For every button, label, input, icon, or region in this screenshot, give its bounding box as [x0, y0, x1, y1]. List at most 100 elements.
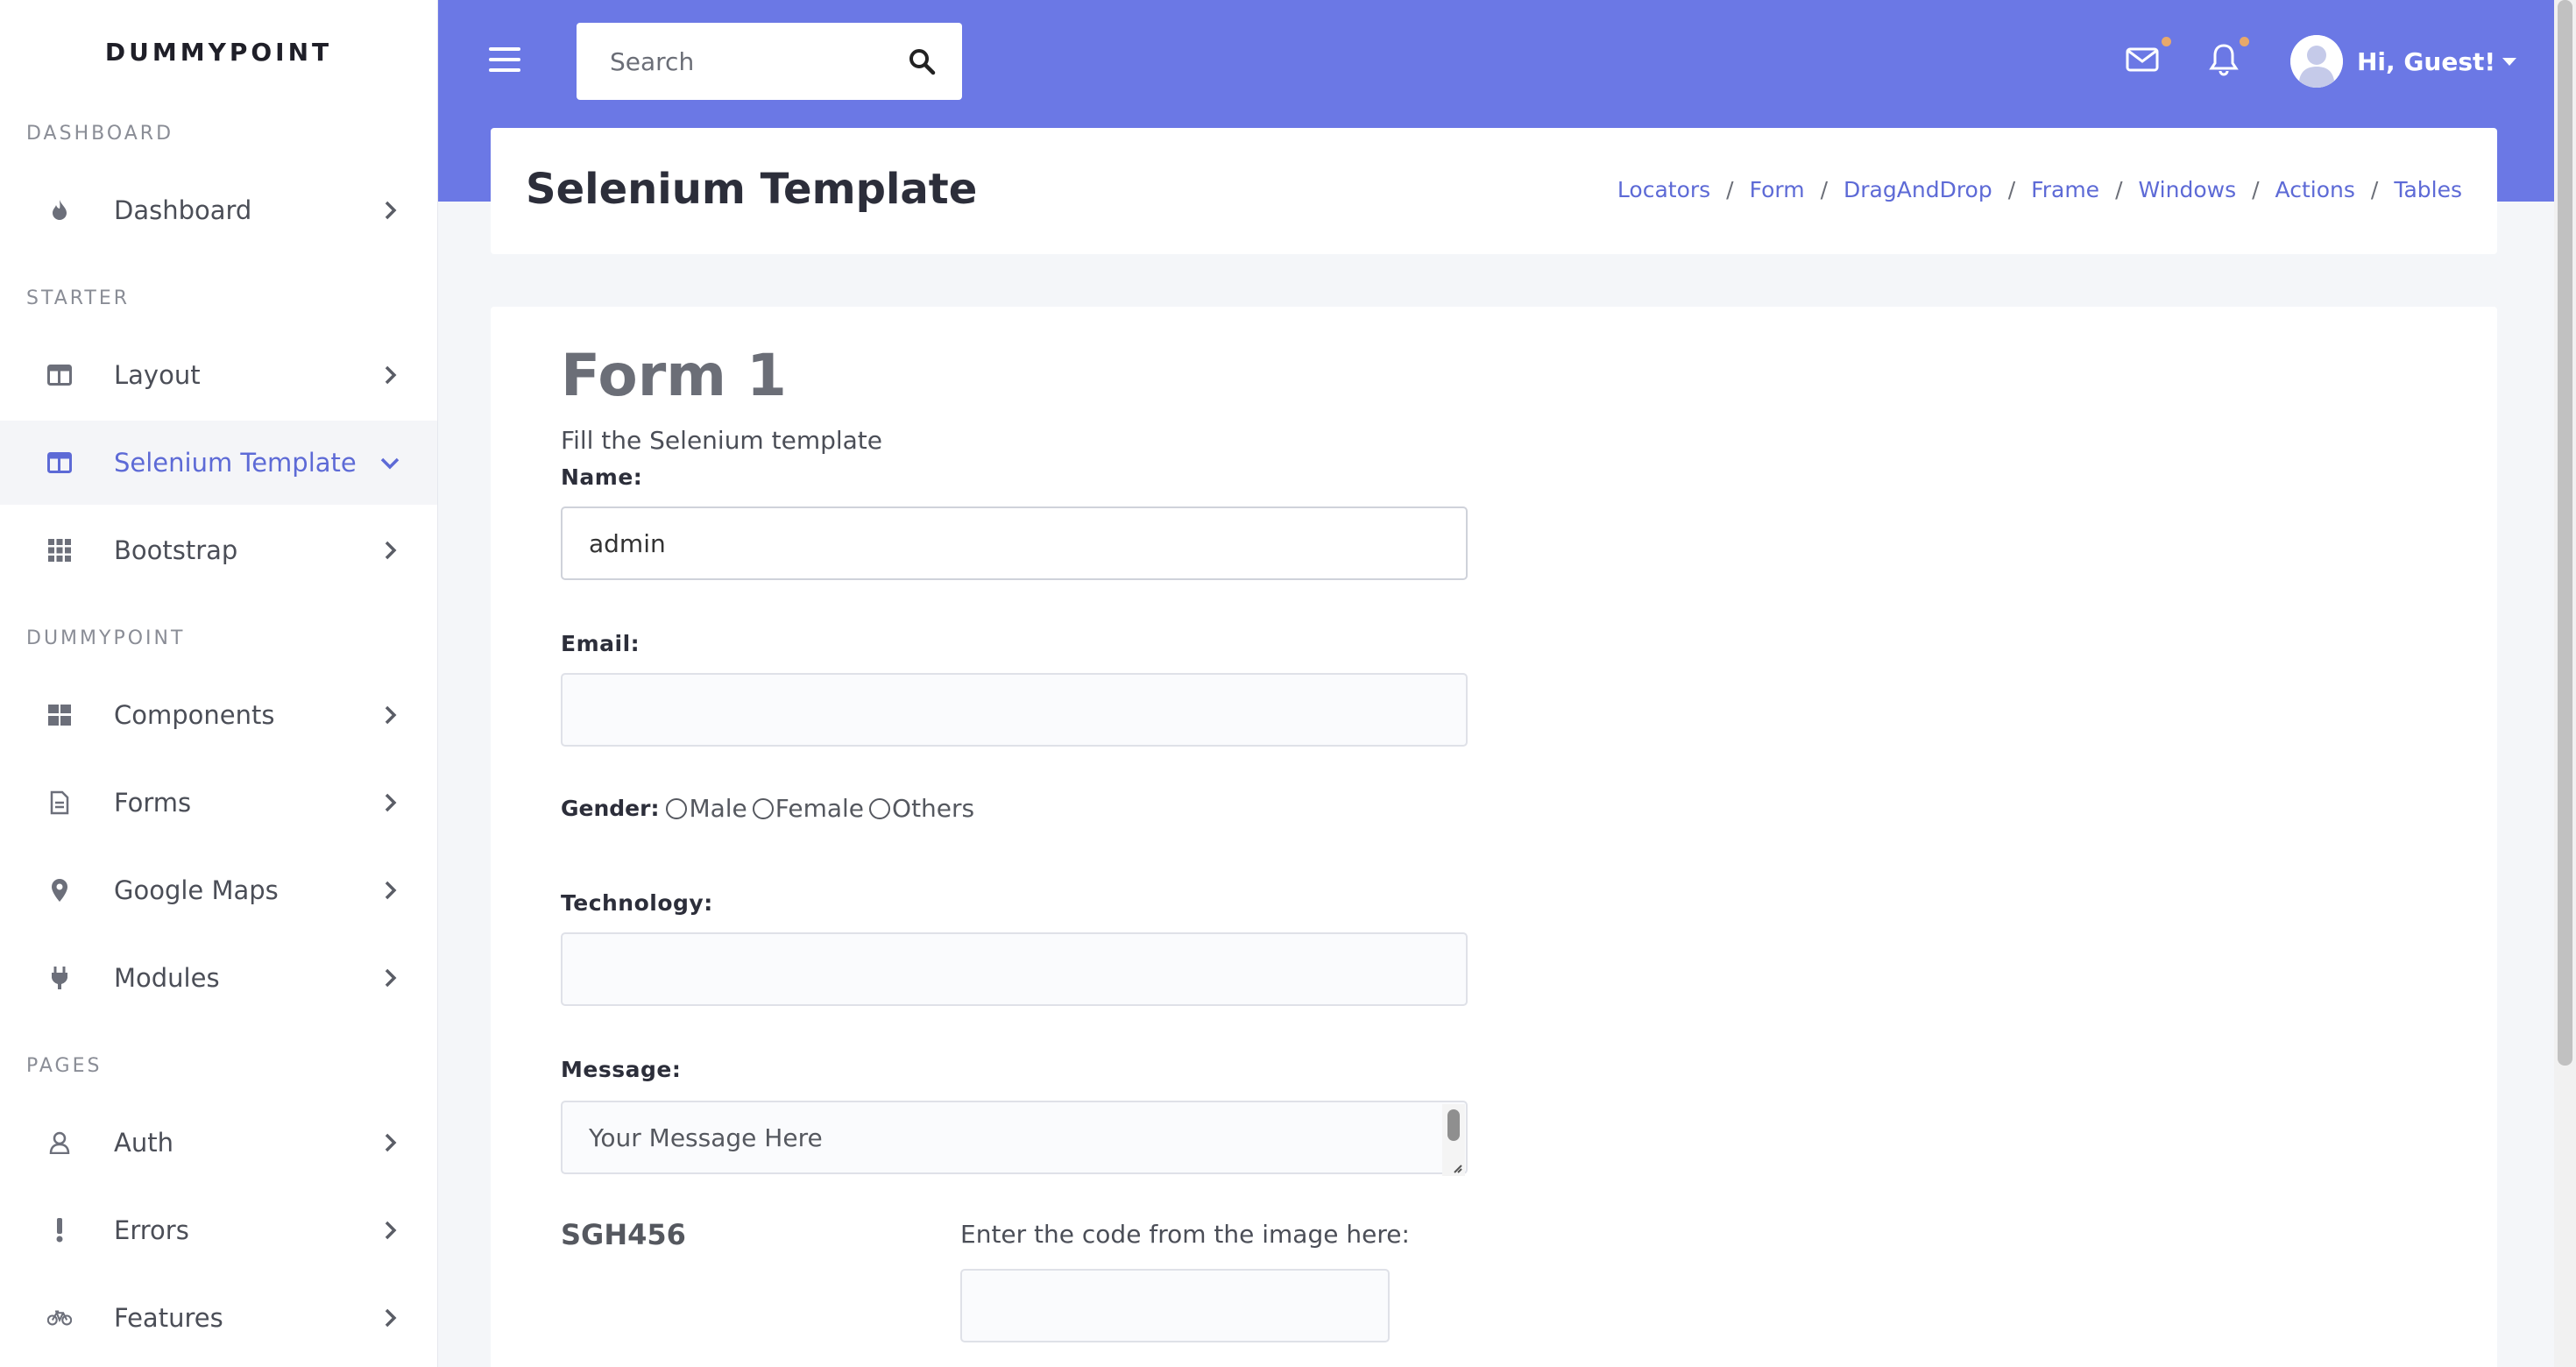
- captcha-label: Enter the code from the image here:: [960, 1220, 1410, 1249]
- sidebar-item-label: Auth: [114, 1128, 173, 1158]
- captcha-input[interactable]: [960, 1269, 1390, 1342]
- chevron-right-icon: [385, 968, 397, 988]
- document-icon: [47, 790, 72, 815]
- breadcrumb-actions[interactable]: Actions: [2275, 177, 2355, 202]
- sidebar-item-selenium-template[interactable]: Selenium Template: [0, 421, 437, 505]
- section-pages: PAGES: [26, 1055, 103, 1077]
- envelope-icon: [2126, 47, 2159, 72]
- breadcrumb-separator: /: [2115, 177, 2123, 202]
- breadcrumb-form[interactable]: Form: [1750, 177, 1805, 202]
- search-input[interactable]: [610, 46, 890, 76]
- sidebar-item-label: Errors: [114, 1215, 189, 1245]
- user-avatar-icon: [2290, 35, 2343, 88]
- sidebar-item-components[interactable]: Components: [0, 673, 437, 757]
- radio-others[interactable]: [869, 797, 891, 819]
- form-subtitle: Fill the Selenium template: [561, 426, 883, 455]
- sidebar-item-label: Features: [114, 1303, 223, 1333]
- map-pin-icon: [47, 878, 72, 903]
- chevron-right-icon: [385, 881, 397, 900]
- radio-female[interactable]: [752, 797, 774, 819]
- form-title: Form 1: [561, 342, 787, 409]
- breadcrumb-separator: /: [2370, 177, 2379, 202]
- breadcrumb-separator: /: [2007, 177, 2016, 202]
- chevron-right-icon: [385, 201, 397, 220]
- gender-option-male[interactable]: Male: [666, 794, 747, 823]
- scrollbar-thumb[interactable]: [2558, 0, 2572, 1066]
- breadcrumb-windows[interactable]: Windows: [2139, 177, 2237, 202]
- user-menu[interactable]: Hi, Guest!: [2290, 35, 2517, 88]
- exclamation-icon: [47, 1218, 72, 1243]
- email-label: Email:: [561, 631, 640, 656]
- bicycle-icon: [47, 1306, 72, 1330]
- chevron-right-icon: [385, 793, 397, 812]
- captcha-code: SGH456: [561, 1218, 686, 1251]
- notification-dot: [2162, 37, 2171, 46]
- chevron-right-icon: [385, 1221, 397, 1240]
- breadcrumb-locators[interactable]: Locators: [1617, 177, 1710, 202]
- gender-group: Gender: Male Female Others: [561, 794, 980, 823]
- chevron-right-icon: [385, 541, 397, 560]
- chevron-right-icon: [385, 1133, 397, 1152]
- form-card: Form 1 Fill the Selenium template Name: …: [491, 307, 2497, 1367]
- sidebar-item-auth[interactable]: Auth: [0, 1101, 437, 1185]
- technology-field[interactable]: [561, 932, 1468, 1006]
- sidebar-item-dashboard[interactable]: Dashboard: [0, 168, 437, 252]
- layout-icon: [47, 450, 72, 475]
- search-icon[interactable]: [908, 47, 936, 75]
- email-field[interactable]: [561, 673, 1468, 747]
- sidebar-item-label: Forms: [114, 788, 192, 818]
- sidebar-item-label: Bootstrap: [114, 535, 238, 565]
- user-greeting: Hi, Guest!: [2357, 46, 2496, 76]
- message-label: Message:: [561, 1057, 682, 1082]
- user-icon: [47, 1130, 72, 1155]
- breadcrumb-separator: /: [1820, 177, 1829, 202]
- sidebar-item-layout[interactable]: Layout: [0, 333, 437, 417]
- plug-icon: [47, 966, 72, 990]
- chevron-right-icon: [385, 1308, 397, 1328]
- components-icon: [47, 703, 72, 727]
- breadcrumb-separator: /: [1726, 177, 1734, 202]
- sidebar-item-label: Dashboard: [114, 195, 252, 225]
- breadcrumb-draganddrop[interactable]: DragAndDrop: [1844, 177, 1992, 202]
- sidebar-item-features[interactable]: Features: [0, 1276, 437, 1360]
- sidebar-item-label: Selenium Template: [114, 448, 357, 478]
- breadcrumb-tables[interactable]: Tables: [2394, 177, 2462, 202]
- grid-icon: [47, 538, 72, 563]
- radio-label: Female: [775, 794, 865, 823]
- page-title: Selenium Template: [526, 165, 978, 214]
- radio-male[interactable]: [666, 797, 688, 819]
- sidebar-item-bootstrap[interactable]: Bootstrap: [0, 508, 437, 592]
- gender-option-female[interactable]: Female: [752, 794, 865, 823]
- message-textarea[interactable]: [561, 1101, 1468, 1174]
- hamburger-menu-icon[interactable]: [489, 44, 522, 75]
- flame-icon: [47, 198, 72, 223]
- breadcrumb-separator: /: [2252, 177, 2260, 202]
- section-starter: STARTER: [26, 287, 131, 309]
- sidebar-item-modules[interactable]: Modules: [0, 936, 437, 1020]
- breadcrumb-frame[interactable]: Frame: [2031, 177, 2099, 202]
- sidebar-item-forms[interactable]: Forms: [0, 761, 437, 845]
- page-scrollbar[interactable]: [2554, 0, 2576, 1367]
- sidebar-item-label: Components: [114, 700, 275, 730]
- sidebar-item-label: Layout: [114, 360, 201, 390]
- sidebar-item-label: Google Maps: [114, 875, 279, 905]
- name-label: Name:: [561, 464, 643, 490]
- sidebar-item-google-maps[interactable]: Google Maps: [0, 848, 437, 932]
- sidebar: DUMMYPOINT DASHBOARD Dashboard STARTER L…: [0, 0, 438, 1367]
- messages-button[interactable]: [2125, 37, 2171, 77]
- chevron-down-icon: [380, 457, 400, 470]
- radio-label: Others: [892, 794, 975, 823]
- gender-option-others[interactable]: Others: [869, 794, 974, 823]
- notification-dot: [2240, 37, 2249, 46]
- gender-label: Gender:: [561, 796, 660, 821]
- layout-icon: [47, 363, 72, 387]
- brand-logo[interactable]: DUMMYPOINT: [0, 0, 437, 103]
- name-field[interactable]: [561, 506, 1468, 580]
- notifications-button[interactable]: [2206, 37, 2249, 77]
- sidebar-item-label: Modules: [114, 963, 220, 993]
- radio-label: Male: [689, 794, 747, 823]
- sidebar-item-errors[interactable]: Errors: [0, 1188, 437, 1272]
- page-header: Selenium Template Locators / Form / DragAn…: [491, 128, 2497, 254]
- avatar: [2290, 35, 2343, 88]
- textarea-scrollbar[interactable]: [1442, 1104, 1465, 1176]
